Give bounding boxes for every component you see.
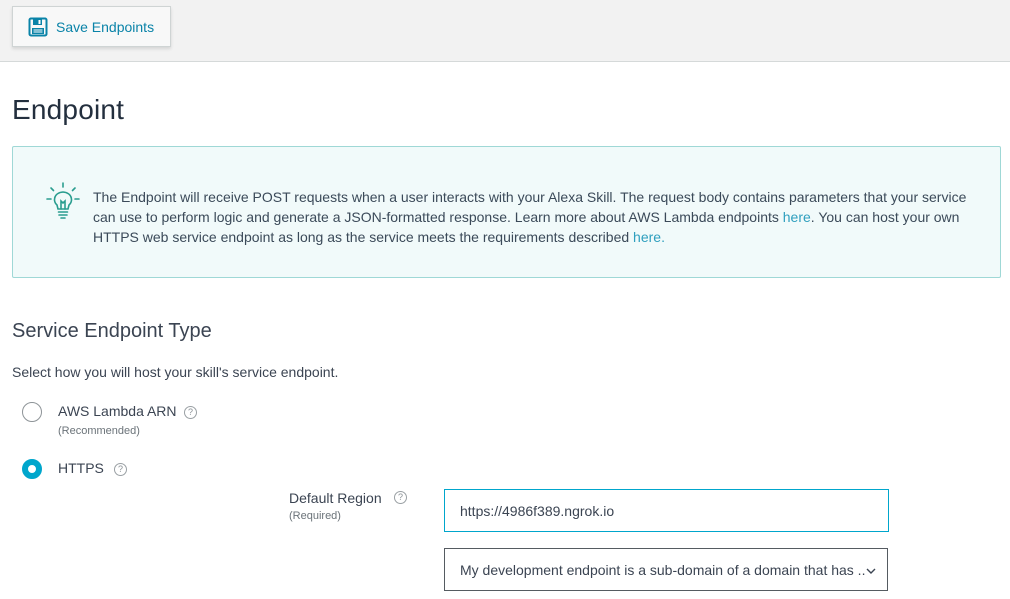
default-region-sublabel: (Required) — [289, 510, 341, 522]
https-radio[interactable] — [22, 459, 42, 479]
info-box: The Endpoint will receive POST requests … — [12, 146, 1001, 278]
requirements-here-link[interactable]: here. — [633, 229, 665, 245]
ssl-certificate-select[interactable]: My development endpoint is a sub-domain … — [444, 548, 888, 591]
info-text: The Endpoint will receive POST requests … — [93, 187, 973, 247]
https-label[interactable]: HTTPS — [58, 460, 104, 476]
https-help-icon[interactable]: ? — [114, 463, 127, 476]
toolbar: Save Endpoints — [0, 0, 1010, 62]
lambda-here-link[interactable]: here — [783, 209, 811, 225]
ssl-certificate-selected-value: My development endpoint is a sub-domain … — [460, 562, 865, 578]
aws-lambda-help-icon[interactable]: ? — [184, 406, 197, 419]
service-endpoint-instruction: Select how you will host your skill's se… — [12, 364, 339, 380]
aws-lambda-sublabel: (Recommended) — [58, 425, 140, 437]
lightbulb-icon — [45, 181, 81, 221]
aws-lambda-radio[interactable] — [22, 402, 42, 422]
default-region-help-icon[interactable]: ? — [394, 491, 407, 504]
default-region-url-input[interactable] — [444, 489, 889, 532]
save-endpoints-label: Save Endpoints — [56, 18, 155, 35]
aws-lambda-label[interactable]: AWS Lambda ARN — [58, 403, 177, 419]
save-endpoints-button[interactable]: Save Endpoints — [12, 6, 171, 47]
floppy-disk-icon — [28, 17, 48, 37]
chevron-down-icon — [865, 564, 877, 576]
page-title: Endpoint — [12, 94, 125, 125]
service-endpoint-type-heading: Service Endpoint Type — [12, 320, 212, 342]
default-region-label: Default Region — [289, 490, 382, 506]
